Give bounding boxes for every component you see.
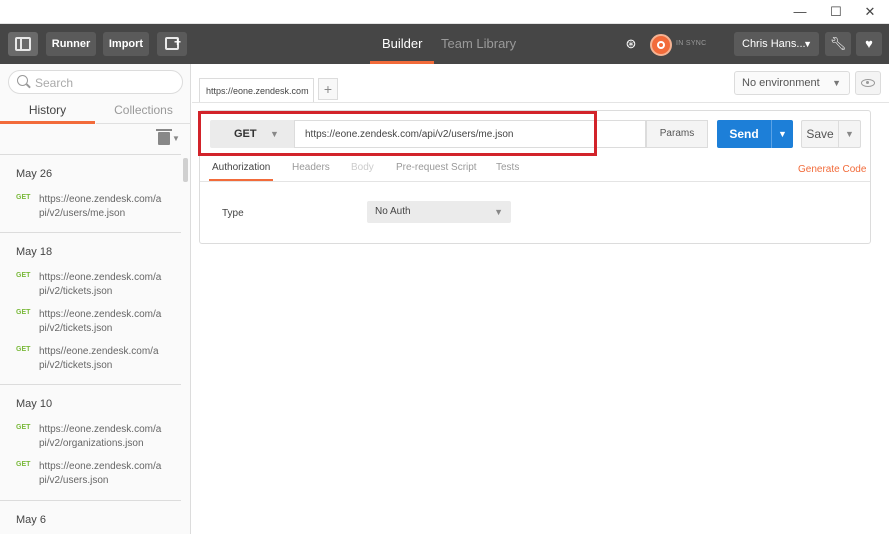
maximize-button[interactable]: ☐ (828, 4, 844, 20)
tab-builder[interactable]: Builder (369, 24, 436, 64)
generate-code-link[interactable]: Generate Code (798, 164, 866, 175)
interceptor-button[interactable]: ⊛ (618, 32, 644, 56)
history-url: https://eone.zendesk.com/api/v2/users.js… (39, 461, 162, 486)
search-icon (17, 75, 28, 86)
add-tab-button[interactable]: + (318, 78, 338, 100)
sidebar: History Collections ▼ May 26 GET https:/… (0, 64, 191, 534)
sidebar-toggle-icon (15, 37, 31, 51)
chevron-down-icon: ▼ (778, 129, 787, 139)
runner-button[interactable]: Runner (46, 32, 96, 56)
chevron-down-icon: ▼ (803, 39, 812, 49)
method-badge: GET (16, 461, 31, 468)
sync-status: IN SYNC (676, 40, 707, 47)
eye-icon (861, 79, 875, 87)
auth-type-select[interactable]: No Auth ▼ (367, 201, 511, 223)
user-name: Chris Hans... (742, 38, 806, 50)
tab-pre-request-script[interactable]: Pre-request Script (396, 159, 477, 181)
chevron-down-icon: ▼ (494, 207, 503, 217)
history-url: https://eone.zendesk.com/api/v2/tickets.… (39, 309, 162, 334)
history-item[interactable]: GET https//eone.zendesk.com/api/v2/ticke… (0, 345, 181, 379)
sidebar-toggle-button[interactable] (8, 32, 38, 56)
search-input[interactable] (35, 75, 175, 90)
history-item[interactable]: GET https://eone.zendesk.com/api/v2/tick… (0, 271, 181, 305)
history-url: https://eone.zendesk.com/api/v2/organiza… (39, 424, 162, 449)
app-toolbar: Runner Import + Builder Team Library ⊛ I… (0, 24, 889, 64)
tab-headers[interactable]: Headers (292, 159, 330, 181)
request-panel: GET ▼ Params Send ▼ Save ▼ Authorization… (199, 110, 871, 244)
method-badge: GET (16, 309, 31, 316)
tab-history[interactable]: History (0, 98, 95, 124)
history-url: https//eone.zendesk.com/api/v2/tickets.j… (39, 346, 159, 371)
heart-button[interactable]: ♥ (856, 32, 882, 56)
chevron-down-icon[interactable]: ▼ (172, 134, 180, 143)
history-item[interactable]: GET https://eone.zendesk.com/api/v2/user… (0, 460, 181, 494)
environment-select[interactable]: No environment ▼ (734, 71, 850, 95)
sync-icon[interactable] (650, 34, 672, 56)
minimize-button[interactable]: — (792, 4, 808, 20)
auth-type-label: Type (222, 208, 244, 219)
environment-value: No environment (742, 77, 820, 89)
method-select[interactable]: GET ▼ (210, 120, 294, 148)
method-badge: GET (16, 194, 31, 201)
history-url: https://eone.zendesk.com/api/v2/tickets.… (39, 272, 162, 297)
method-badge: GET (16, 272, 31, 279)
settings-button[interactable]: 🔧︎ (825, 32, 851, 56)
tab-body[interactable]: Body (351, 159, 374, 181)
history-date: May 26 (16, 168, 53, 180)
chevron-down-icon: ▼ (845, 129, 854, 139)
history-item[interactable]: GET https://eone.zendesk.com/api/v2/user… (0, 193, 181, 227)
send-options-button[interactable]: ▼ (771, 120, 793, 148)
tab-authorization[interactable]: Authorization (209, 159, 274, 181)
new-window-button[interactable]: + (157, 32, 187, 56)
import-button[interactable]: Import (103, 32, 149, 56)
url-field[interactable] (294, 120, 646, 148)
method-badge: GET (16, 424, 31, 431)
interceptor-icon: ⊛ (625, 36, 637, 51)
tab-tests[interactable]: Tests (496, 159, 519, 181)
request-tab[interactable]: https://eone.zendesk.com (199, 78, 314, 102)
save-options-button[interactable]: ▼ (839, 120, 861, 148)
save-button[interactable]: Save (801, 120, 839, 148)
close-button[interactable]: ✕ (862, 4, 878, 20)
tab-team-library[interactable]: Team Library (441, 24, 516, 64)
params-button[interactable]: Params (646, 120, 708, 148)
trash-icon[interactable] (156, 129, 172, 145)
send-button[interactable]: Send (717, 120, 771, 148)
window-titlebar: — ☐ ✕ (0, 0, 889, 24)
wrench-icon: 🔧︎ (829, 36, 847, 51)
history-date: May 10 (16, 398, 53, 410)
environment-quick-look-button[interactable] (855, 71, 881, 95)
url-input[interactable] (295, 121, 645, 147)
chevron-down-icon: ▼ (832, 78, 841, 88)
search-box[interactable] (8, 70, 183, 94)
sidebar-scrollbar[interactable] (183, 158, 188, 182)
history-date: May 18 (16, 246, 53, 258)
method-badge: GET (16, 346, 31, 353)
builder-main: https://eone.zendesk.com + No environmen… (192, 64, 889, 534)
auth-type-value: No Auth (375, 206, 411, 217)
history-item[interactable]: GET https://eone.zendesk.com/api/v2/tick… (0, 308, 181, 342)
heart-icon: ♥ (865, 36, 873, 51)
method-value: GET (234, 128, 257, 140)
history-date: May 6 (16, 514, 46, 526)
user-menu-button[interactable]: Chris Hans... ▼ (734, 32, 819, 56)
history-item[interactable]: GET https://eone.zendesk.com/api/v2/orga… (0, 423, 181, 457)
tab-collections[interactable]: Collections (96, 98, 191, 124)
chevron-down-icon: ▼ (270, 129, 279, 139)
history-url: https://eone.zendesk.com/api/v2/users/me… (39, 194, 162, 219)
